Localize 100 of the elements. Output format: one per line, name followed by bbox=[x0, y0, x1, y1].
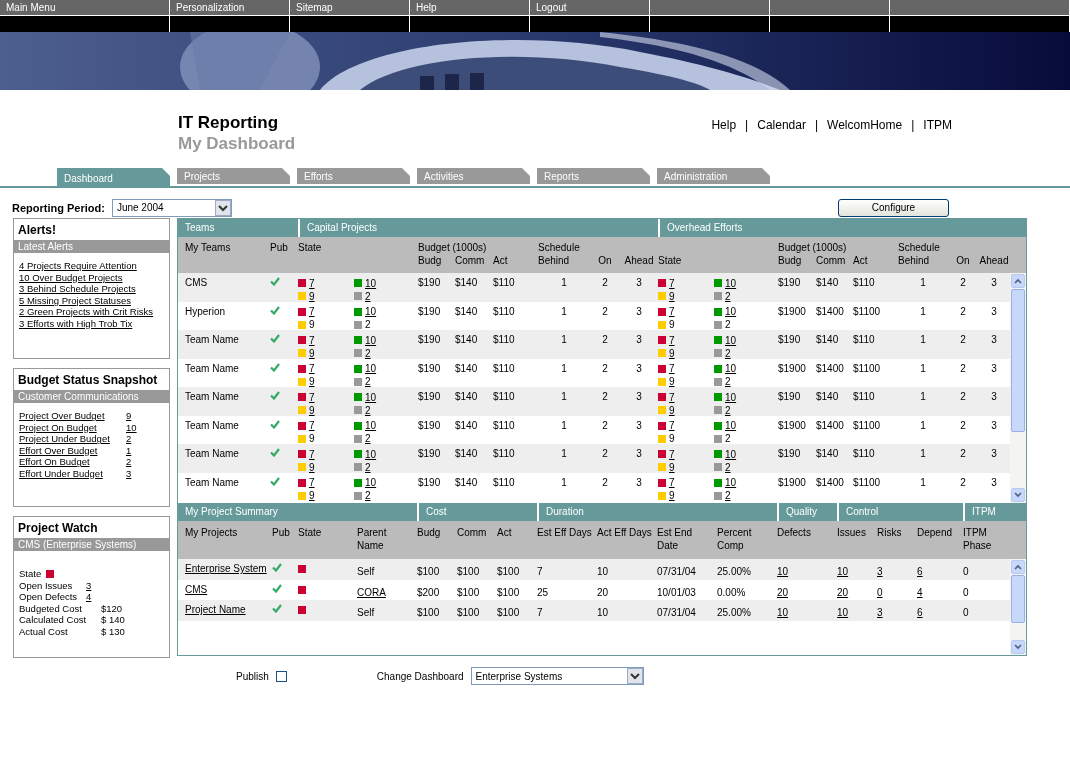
count-link[interactable]: 2 bbox=[725, 461, 731, 473]
period-select[interactable]: June 2004 bbox=[111, 198, 232, 217]
project-link[interactable]: CMS bbox=[185, 583, 208, 595]
count-link[interactable]: 10 bbox=[725, 477, 737, 488]
count-link[interactable]: 20 bbox=[837, 586, 849, 598]
menu-item[interactable]: Logout bbox=[530, 0, 649, 16]
count-link[interactable]: 2 bbox=[126, 456, 132, 468]
count-link[interactable]: 7 bbox=[309, 477, 315, 488]
count-link[interactable]: 10 bbox=[365, 277, 377, 289]
count-link[interactable]: 2 bbox=[365, 490, 371, 501]
count-link[interactable]: 9 bbox=[309, 461, 315, 473]
count-link[interactable]: 7 bbox=[669, 420, 675, 431]
count-link[interactable]: 10 bbox=[837, 566, 849, 577]
header-link[interactable]: Help bbox=[711, 118, 737, 133]
count-link[interactable]: 0 bbox=[877, 586, 883, 598]
count-link[interactable]: 20 bbox=[777, 586, 789, 598]
count-link[interactable]: 7 bbox=[309, 391, 315, 403]
count-link[interactable]: 2 bbox=[365, 347, 371, 359]
count-link[interactable]: 10 bbox=[725, 448, 737, 460]
count-link[interactable]: 7 bbox=[309, 277, 315, 289]
count-link[interactable]: 9 bbox=[126, 410, 132, 422]
count-link[interactable]: 7 bbox=[669, 363, 675, 374]
count-link[interactable]: 7 bbox=[669, 477, 675, 488]
item-link[interactable]: Effort Over Budget bbox=[19, 444, 98, 456]
count-link[interactable]: 10 bbox=[725, 363, 737, 374]
count-link[interactable]: 9 bbox=[309, 490, 315, 501]
count-link[interactable]: 7 bbox=[669, 306, 675, 317]
count-link[interactable]: 9 bbox=[309, 404, 315, 416]
header-link[interactable]: WelcomHome bbox=[827, 118, 903, 133]
count-link[interactable]: 10 bbox=[837, 607, 849, 618]
count-link[interactable]: 10 bbox=[725, 391, 737, 403]
count-link[interactable]: 10 bbox=[725, 277, 737, 289]
count-link[interactable]: 2 bbox=[725, 376, 731, 387]
dashboard-select[interactable]: Enterprise Systems bbox=[470, 667, 644, 685]
count-link[interactable]: 9 bbox=[669, 347, 675, 359]
publish-checkbox[interactable] bbox=[275, 670, 287, 682]
count-link[interactable]: 3 bbox=[86, 579, 92, 591]
count-link[interactable]: 2 bbox=[365, 290, 371, 302]
count-link[interactable]: 2 bbox=[365, 433, 371, 444]
project-link[interactable]: Project Name bbox=[185, 604, 246, 615]
count-link[interactable]: 10 bbox=[725, 334, 737, 346]
alert-link[interactable]: 5 Missing Project Statuses bbox=[19, 294, 131, 306]
item-link[interactable]: Effort Under Budget bbox=[19, 467, 103, 479]
count-link[interactable]: 7 bbox=[309, 334, 315, 346]
item-link[interactable]: Effort On Budget bbox=[19, 456, 90, 468]
count-link[interactable]: 9 bbox=[669, 376, 675, 387]
count-link[interactable]: 7 bbox=[669, 277, 675, 289]
alert-link[interactable]: 4 Projects Require Attention bbox=[19, 260, 137, 272]
configure-button[interactable]: Configure bbox=[838, 198, 949, 217]
item-link[interactable]: Project On Budget bbox=[19, 421, 97, 433]
count-link[interactable]: 3 bbox=[877, 607, 883, 618]
count-link[interactable]: 9 bbox=[669, 290, 675, 302]
alert-link[interactable]: 3 Behind Schedule Projects bbox=[19, 283, 136, 295]
count-link[interactable]: 7 bbox=[669, 448, 675, 460]
count-link[interactable]: 6 bbox=[917, 607, 923, 618]
count-link[interactable]: 6 bbox=[917, 566, 923, 577]
count-link[interactable]: 9 bbox=[309, 376, 315, 387]
scrollbar[interactable] bbox=[1010, 273, 1026, 503]
count-link[interactable]: 2 bbox=[365, 404, 371, 416]
count-link[interactable]: 4 bbox=[917, 586, 923, 598]
count-link[interactable]: 10 bbox=[777, 566, 789, 577]
count-link[interactable]: 2 bbox=[725, 290, 731, 302]
count-link[interactable]: 7 bbox=[309, 363, 315, 374]
count-link[interactable]: 7 bbox=[309, 448, 315, 460]
count-link[interactable]: 1 bbox=[126, 444, 132, 456]
count-link[interactable]: 7 bbox=[669, 391, 675, 403]
count-link[interactable]: 2 bbox=[126, 433, 132, 445]
header-link[interactable]: ITPM bbox=[923, 118, 952, 133]
count-link[interactable]: 10 bbox=[365, 334, 377, 346]
count-link[interactable]: 10 bbox=[725, 306, 737, 317]
count-link[interactable]: 2 bbox=[725, 404, 731, 416]
header-link[interactable]: Calendar bbox=[757, 118, 806, 133]
parent-link[interactable]: CORA bbox=[357, 586, 386, 598]
count-link[interactable]: 4 bbox=[86, 591, 92, 603]
count-link[interactable]: 10 bbox=[365, 477, 377, 488]
alert-link[interactable]: 10 Over Budget Projects bbox=[19, 271, 123, 283]
count-link[interactable]: 9 bbox=[309, 290, 315, 302]
count-link[interactable]: 10 bbox=[365, 391, 377, 403]
menu-item[interactable]: Personalization bbox=[170, 0, 289, 16]
count-link[interactable]: 10 bbox=[365, 448, 377, 460]
count-link[interactable]: 7 bbox=[309, 306, 315, 317]
count-link[interactable]: 2 bbox=[365, 461, 371, 473]
count-link[interactable]: 10 bbox=[365, 306, 377, 317]
scrollbar[interactable] bbox=[1010, 559, 1026, 655]
alert-link[interactable]: 3 Efforts with High Trob Tix bbox=[19, 317, 133, 329]
count-link[interactable]: 10 bbox=[725, 420, 737, 431]
count-link[interactable]: 9 bbox=[309, 347, 315, 359]
count-link[interactable]: 9 bbox=[669, 404, 675, 416]
count-link[interactable]: 7 bbox=[309, 420, 315, 431]
count-link[interactable]: 2 bbox=[725, 490, 731, 501]
menu-item[interactable]: Main Menu bbox=[0, 0, 169, 16]
count-link[interactable]: 2 bbox=[725, 347, 731, 359]
count-link[interactable]: 2 bbox=[365, 376, 371, 387]
count-link[interactable]: 10 bbox=[126, 421, 137, 433]
count-link[interactable]: 3 bbox=[877, 566, 883, 577]
project-link[interactable]: Enterprise System bbox=[185, 563, 267, 574]
count-link[interactable]: 10 bbox=[365, 420, 377, 431]
alert-link[interactable]: 2 Green Projects with Crit Risks bbox=[19, 306, 154, 318]
count-link[interactable]: 9 bbox=[669, 490, 675, 501]
count-link[interactable]: 10 bbox=[777, 607, 789, 618]
